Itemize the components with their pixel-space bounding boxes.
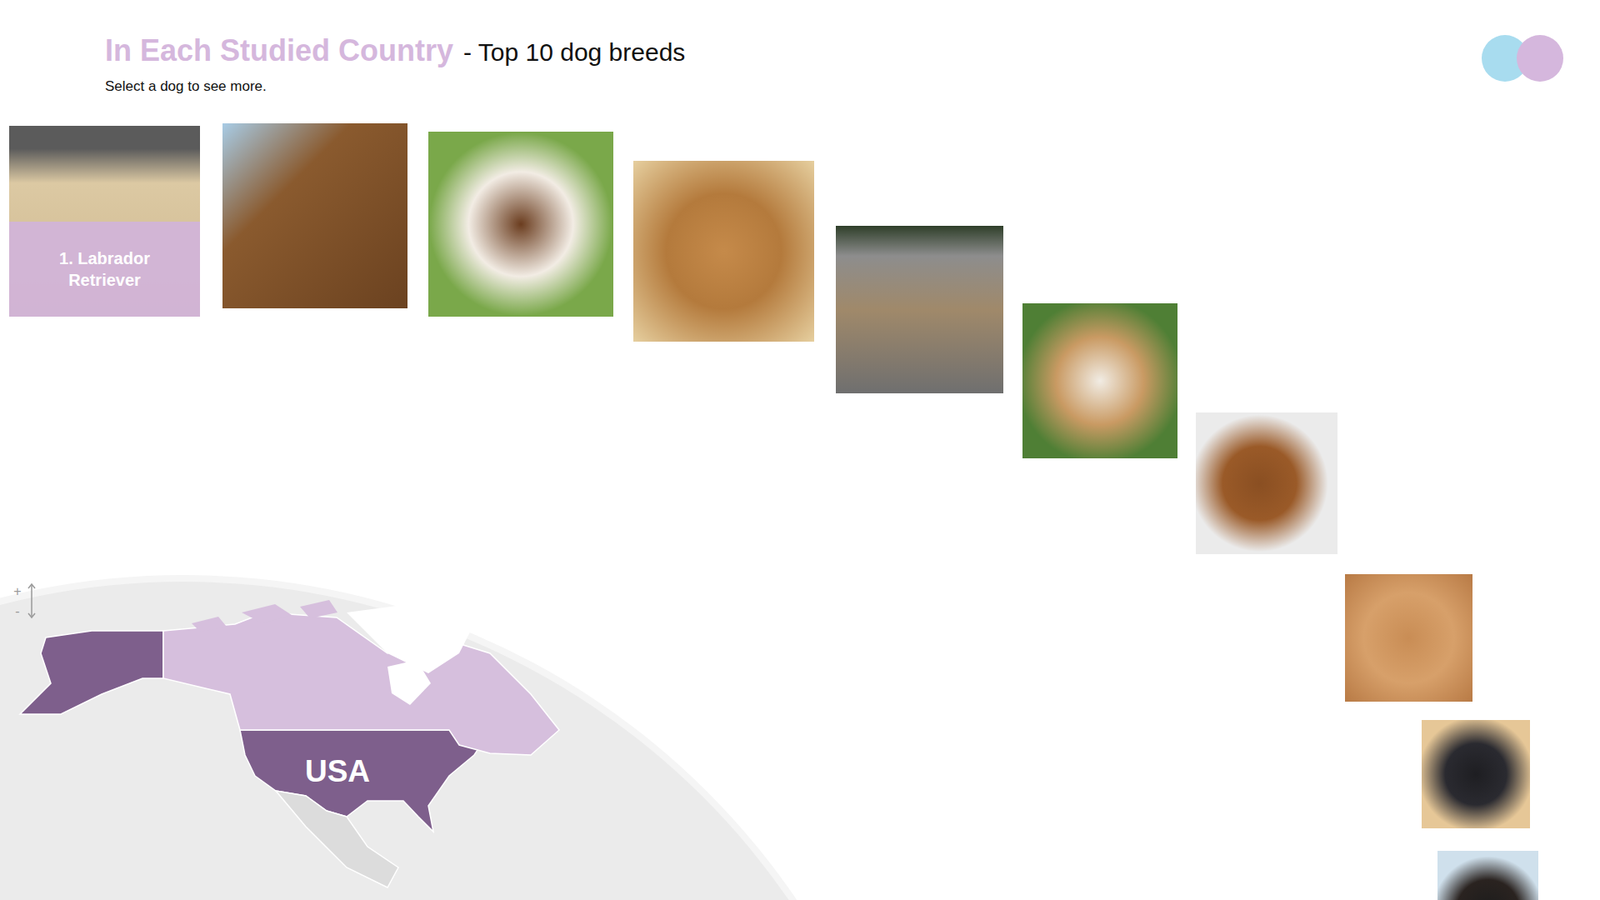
title: In Each Studied Country (105, 33, 454, 69)
logo-icon[interactable] (1481, 35, 1564, 82)
header: In Each Studied Country - Top 10 dog bree… (0, 0, 1600, 95)
title-row: In Each Studied Country - Top 10 dog bree… (105, 33, 685, 69)
dog-tile[interactable]: 1. Labrador Retriever (9, 125, 200, 317)
canada-shape[interactable] (163, 612, 560, 755)
zoom-control[interactable]: +- (11, 581, 39, 622)
hint: Select a dog to see more. (105, 78, 685, 95)
dog-tile[interactable] (1195, 412, 1338, 555)
vertical-arrow-icon (26, 581, 37, 620)
dog-tile[interactable] (1437, 850, 1539, 900)
dog-tile[interactable] (1022, 303, 1178, 459)
globe (0, 581, 834, 900)
subtitle: - Top 10 dog breeds (463, 38, 685, 67)
heading: In Each Studied Country - Top 10 dog bree… (105, 33, 685, 95)
dog-tile[interactable] (835, 225, 1004, 394)
zoom-in-button[interactable]: + (11, 581, 24, 602)
dog-label: 1. Labrador Retriever (9, 221, 200, 318)
globe-halo (0, 575, 834, 900)
mexico-shape[interactable] (275, 790, 399, 888)
island-shape (191, 616, 227, 632)
island-shape (241, 604, 292, 624)
logo-purple-circle (1516, 35, 1564, 82)
dog-tile[interactable] (222, 123, 408, 309)
alaska-shape[interactable] (20, 630, 164, 715)
dog-tile[interactable] (428, 131, 614, 317)
zoom-out-button[interactable]: - (11, 601, 24, 622)
page: In Each Studied Country - Top 10 dog bree… (0, 0, 1600, 900)
world-map[interactable]: USA (0, 566, 834, 900)
country-label: USA (305, 754, 370, 789)
island-shape (300, 600, 338, 619)
dog-tile[interactable] (633, 160, 815, 342)
hudson-bay-shape (387, 660, 431, 705)
dog-tile[interactable] (1345, 574, 1473, 702)
dog-tile[interactable] (1421, 720, 1530, 829)
